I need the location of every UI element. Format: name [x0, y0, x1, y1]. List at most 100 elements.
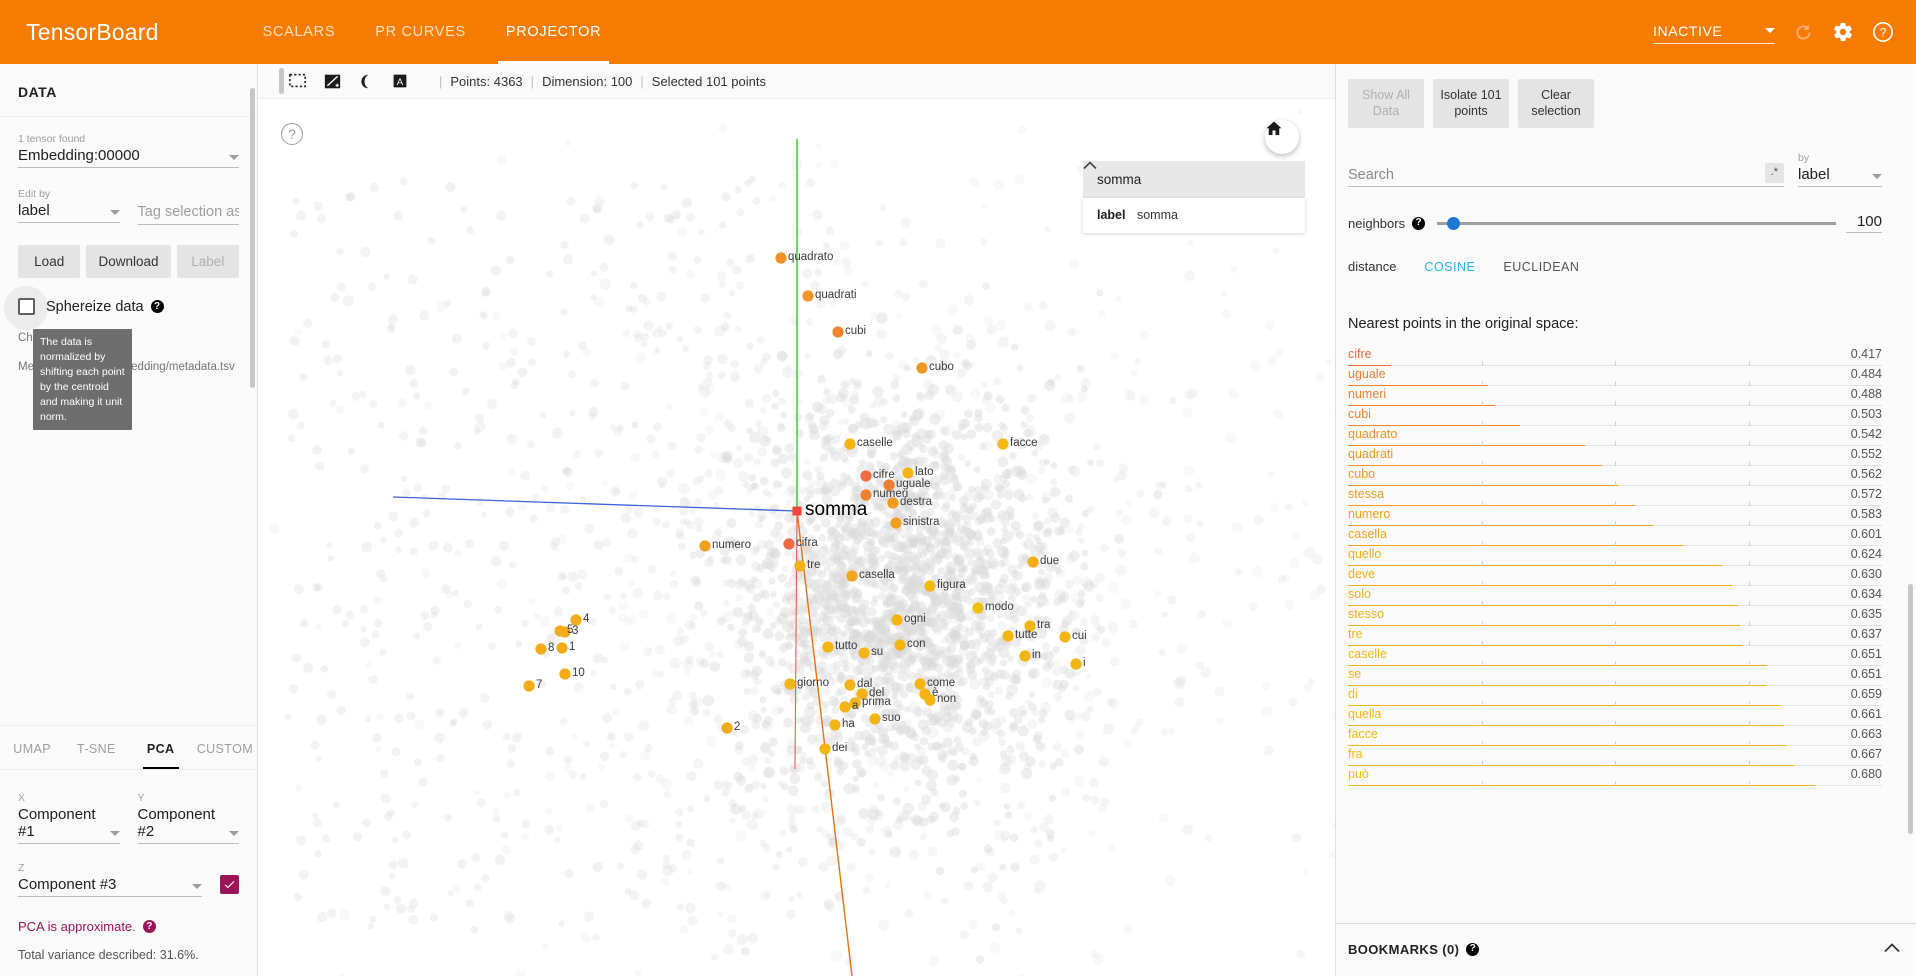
nearest-point-row[interactable]: caselle 0.651 [1348, 646, 1882, 667]
highlighted-point[interactable] [1019, 650, 1031, 662]
distance-option-cosine[interactable]: COSINE [1424, 260, 1475, 274]
highlighted-point[interactable] [924, 694, 936, 706]
highlighted-point[interactable] [887, 497, 899, 509]
label-button[interactable]: Label [176, 245, 239, 278]
highlighted-point[interactable] [829, 719, 841, 731]
pca-z-checkbox[interactable] [220, 875, 239, 894]
search-field-wrap[interactable]: .* [1348, 163, 1784, 188]
nearest-point-row[interactable]: cubi 0.503 [1348, 406, 1882, 427]
edit-by-select[interactable]: label [18, 202, 120, 223]
highlighted-point[interactable] [1070, 658, 1082, 670]
highlighted-point[interactable] [839, 701, 851, 713]
highlighted-point[interactable] [794, 560, 806, 572]
highlighted-point[interactable] [721, 722, 733, 734]
highlighted-point[interactable] [784, 678, 796, 690]
tab-scalars[interactable]: SCALARS [243, 0, 356, 64]
highlighted-point[interactable] [997, 438, 1009, 450]
spherize-help-icon[interactable]: ? [150, 300, 164, 313]
tab-pca[interactable]: PCA [129, 726, 193, 769]
highlighted-point[interactable] [883, 479, 895, 491]
highlighted-point[interactable] [802, 290, 814, 302]
edit-mode-icon[interactable] [317, 68, 347, 94]
nearest-point-row[interactable]: se 0.651 [1348, 666, 1882, 687]
nearest-point-row[interactable]: può 0.680 [1348, 766, 1882, 787]
nearest-point-row[interactable]: quello 0.624 [1348, 546, 1882, 567]
highlighted-point[interactable] [844, 679, 856, 691]
question-mark-icon[interactable]: ? [281, 123, 303, 145]
highlighted-point[interactable] [775, 252, 787, 264]
bookmarks-help-icon[interactable]: ? [1466, 942, 1480, 956]
tab-custom[interactable]: CUSTOM [193, 726, 257, 769]
search-input[interactable] [1348, 167, 1765, 184]
highlighted-point[interactable] [1002, 630, 1014, 642]
highlighted-point[interactable] [846, 570, 858, 582]
nearest-point-row[interactable]: tre 0.637 [1348, 626, 1882, 647]
nearest-point-row[interactable]: solo 0.634 [1348, 586, 1882, 607]
nearest-point-row[interactable]: casella 0.601 [1348, 526, 1882, 547]
highlighted-point[interactable] [559, 668, 571, 680]
refresh-icon[interactable] [1793, 22, 1814, 43]
slider-thumb[interactable] [1447, 216, 1461, 230]
neighbors-help-icon[interactable]: ? [1412, 216, 1426, 230]
pca-z-select[interactable]: Component #3 [18, 876, 202, 897]
run-selector[interactable]: INACTIVE [1653, 21, 1775, 44]
labels-icon[interactable]: A [385, 68, 415, 94]
highlighted-point[interactable] [699, 540, 711, 552]
pca-y-select[interactable]: Component #2 [137, 806, 239, 844]
clear-selection-button[interactable]: Clear selection [1518, 79, 1594, 129]
highlighted-point[interactable] [860, 489, 872, 501]
highlighted-point[interactable] [890, 517, 902, 529]
scatter-plot-canvas[interactable]: quadrato quadrati cubi cubo caselle facce cifr… [258, 99, 1335, 976]
highlighted-point[interactable] [523, 680, 535, 692]
show-all-data-button[interactable]: Show All Data [1348, 79, 1424, 129]
highlighted-point[interactable] [856, 688, 868, 700]
nearest-point-row[interactable]: fra 0.667 [1348, 746, 1882, 767]
highlighted-point[interactable] [570, 614, 582, 626]
home-icon[interactable] [1265, 120, 1299, 154]
help-icon[interactable]: ? [1872, 21, 1894, 43]
gear-icon[interactable] [1832, 21, 1854, 43]
nearest-point-row[interactable]: uguale 0.484 [1348, 366, 1882, 387]
tag-selection-input[interactable] [137, 204, 239, 225]
nearest-point-row[interactable]: cifre 0.417 [1348, 346, 1882, 367]
neighbors-slider[interactable] [1437, 216, 1836, 230]
highlighted-point[interactable] [902, 467, 914, 479]
highlighted-point[interactable] [1059, 631, 1071, 643]
highlighted-point[interactable] [535, 643, 547, 655]
nearest-point-row[interactable]: facce 0.663 [1348, 726, 1882, 747]
tensor-select[interactable]: Embedding:00000 [18, 147, 239, 168]
isolate-points-button[interactable]: Isolate 101 points [1433, 79, 1509, 129]
highlighted-point[interactable] [832, 326, 844, 338]
tab-tsne[interactable]: T-SNE [64, 726, 128, 769]
nearest-point-row[interactable]: numeri 0.488 [1348, 386, 1882, 407]
search-by-select[interactable]: label [1798, 166, 1882, 188]
highlighted-point[interactable] [822, 641, 834, 653]
selected-point[interactable] [792, 506, 802, 516]
highlighted-point[interactable] [972, 602, 984, 614]
highlighted-point[interactable] [819, 743, 831, 755]
night-mode-icon[interactable] [351, 68, 381, 94]
spherize-checkbox[interactable] [18, 298, 35, 315]
highlighted-point[interactable] [1024, 620, 1036, 632]
tab-projector[interactable]: PROJECTOR [486, 0, 621, 64]
highlighted-point[interactable] [858, 647, 870, 659]
chevron-up-icon[interactable] [1884, 940, 1900, 958]
highlighted-point[interactable] [1027, 556, 1039, 568]
highlighted-point[interactable] [891, 614, 903, 626]
nearest-point-row[interactable]: quella 0.661 [1348, 706, 1882, 727]
regex-toggle-button[interactable]: .* [1764, 163, 1784, 184]
highlighted-point[interactable] [559, 626, 571, 638]
highlighted-point[interactable] [860, 470, 872, 482]
load-button[interactable]: Load [18, 245, 81, 278]
highlighted-point[interactable] [914, 678, 926, 690]
nearest-point-row[interactable]: di 0.659 [1348, 686, 1882, 707]
nearest-point-row[interactable]: quadrato 0.542 [1348, 426, 1882, 447]
nearest-point-row[interactable]: stesso 0.635 [1348, 606, 1882, 627]
highlighted-point[interactable] [916, 362, 928, 374]
download-button[interactable]: Download [86, 245, 171, 278]
highlighted-point[interactable] [869, 713, 881, 725]
nearest-point-row[interactable]: numero 0.583 [1348, 506, 1882, 527]
nearest-point-row[interactable]: deve 0.630 [1348, 566, 1882, 587]
highlighted-point[interactable] [924, 580, 936, 592]
tab-umap[interactable]: UMAP [0, 726, 64, 769]
